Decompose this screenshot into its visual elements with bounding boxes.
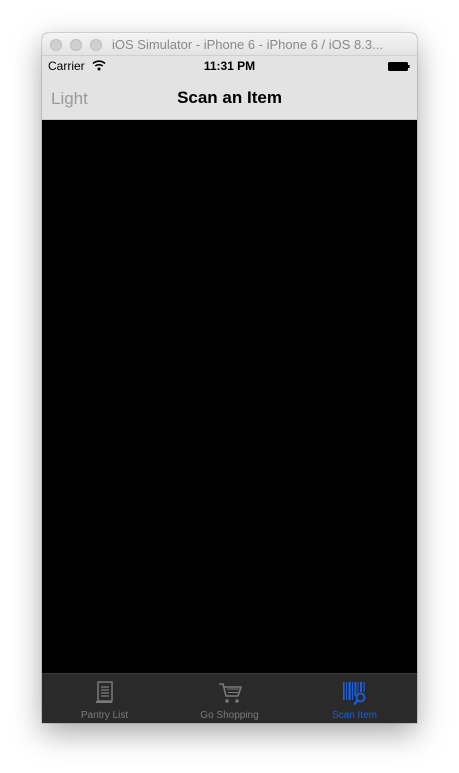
- zoom-window-button[interactable]: [90, 39, 102, 51]
- navigation-bar: Light Scan an Item: [42, 76, 417, 120]
- ios-status-bar: Carrier 11:31 PM: [42, 56, 417, 76]
- window-titlebar: iOS Simulator - iPhone 6 - iPhone 6 / iO…: [42, 33, 417, 56]
- tab-pantry-list[interactable]: Pantry List: [42, 674, 167, 723]
- window-title: iOS Simulator - iPhone 6 - iPhone 6 / iO…: [112, 37, 383, 52]
- battery-icon: [388, 62, 410, 71]
- tab-label-pantry-list: Pantry List: [80, 710, 129, 721]
- tab-bar: Pantry List Go Shopping Scan Item: [42, 673, 417, 723]
- page-title: Scan an Item: [177, 88, 282, 107]
- simulator-window: iOS Simulator - iPhone 6 - iPhone 6 / iO…: [42, 33, 417, 723]
- camera-preview[interactable]: [42, 120, 417, 673]
- tab-label-scan-item: Scan Item: [331, 710, 378, 721]
- tab-go-shopping[interactable]: Go Shopping: [167, 674, 292, 723]
- list-document-icon: [95, 681, 113, 703]
- minimize-window-button[interactable]: [70, 39, 82, 51]
- tab-label-go-shopping: Go Shopping: [200, 710, 259, 721]
- tab-scan-item[interactable]: Scan Item: [292, 674, 417, 723]
- status-time: 11:31 PM: [203, 59, 256, 73]
- shopping-cart-icon: [218, 683, 242, 703]
- close-window-button[interactable]: [50, 39, 62, 51]
- barcode-scan-icon: [342, 682, 365, 706]
